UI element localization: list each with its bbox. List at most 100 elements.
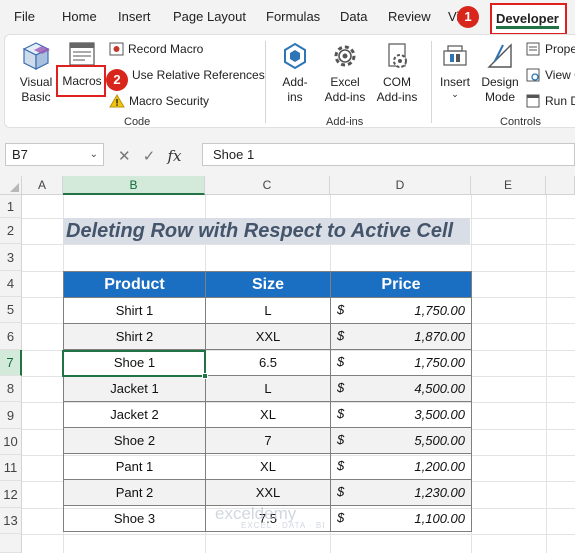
row-header-4[interactable]: 4 [0,271,22,297]
gridline [546,195,547,553]
table-row: Shoe 2 7 $5,500.00 [63,427,472,454]
tab-home[interactable]: Home [62,9,97,24]
header-product[interactable]: Product [63,271,206,298]
cell-size[interactable]: L [205,297,331,324]
formula-input[interactable]: Shoe 1 [202,143,575,166]
excel-addins-button[interactable]: Excel Add-ins [319,41,371,105]
row-header-1[interactable]: 1 [0,195,22,218]
fx-icon[interactable]: fx [168,147,182,165]
row-header-3[interactable]: 3 [0,244,22,271]
watermark-logo: exceldemy EXCEL · DATA · BI [215,504,325,530]
view-code-icon [526,68,540,82]
row-header-13[interactable]: 13 [0,508,22,534]
cell-size[interactable]: L [205,375,331,402]
cell-price[interactable]: $5,500.00 [330,427,472,454]
column-header-f[interactable] [546,176,575,195]
cell-product[interactable]: Shoe 2 [63,427,206,454]
cell-price[interactable]: $4,500.00 [330,375,472,402]
row-header-6[interactable]: 6 [0,323,22,350]
row-header-2[interactable]: 2 [0,218,22,244]
cell-product[interactable]: Shoe 3 [63,505,206,532]
cell-product[interactable]: Shirt 2 [63,323,206,350]
insert-control-label: Insert [439,75,470,89]
design-mode-label: Design Mode [481,75,519,104]
header-size[interactable]: Size [205,271,331,298]
addins-icon [284,42,306,70]
cell-product[interactable]: Pant 2 [63,479,206,506]
tab-formulas[interactable]: Formulas [266,9,320,24]
chevron-down-icon: ⌄ [451,89,459,99]
currency-symbol: $ [337,432,345,447]
table-row: Pant 1 XL $1,200.00 [63,453,472,480]
row-header-11[interactable]: 11 [0,455,22,481]
cell-size[interactable]: XL [205,453,331,480]
cell-price[interactable]: $1,750.00 [330,349,472,376]
cancel-icon[interactable]: ✕ [118,148,131,165]
cell-price[interactable]: $1,200.00 [330,453,472,480]
column-header-c[interactable]: C [205,176,330,195]
chevron-down-icon[interactable]: ⌄ [90,144,98,165]
cell-price[interactable]: $1,230.00 [330,479,472,506]
table-row: Shirt 2 XXL $1,870.00 [63,323,472,350]
group-divider [265,41,266,123]
cell-price[interactable]: $1,870.00 [330,323,472,350]
row-header-12[interactable]: 12 [0,481,22,508]
cell-product[interactable]: Jacket 2 [63,401,206,428]
table-row: Jacket 2 XL $3,500.00 [63,401,472,428]
sheet-title[interactable]: Deleting Row with Respect to Active Cell [63,218,470,244]
visual-basic-button[interactable]: Visual Basic [11,41,61,105]
gridline [22,534,575,535]
price-value: 1,100.00 [414,511,465,526]
column-header-e[interactable]: E [471,176,546,195]
active-tab-indicator [496,26,559,29]
cell-product[interactable]: Jacket 1 [63,375,206,402]
toolbox-icon [443,45,467,66]
macro-security-label: Macro Security [129,94,210,108]
insert-control-button[interactable]: Insert ⌄ [435,41,475,99]
cell-price[interactable]: $3,500.00 [330,401,472,428]
table-row: Shirt 1 L $1,750.00 [63,297,472,324]
tab-data[interactable]: Data [340,9,367,24]
com-addins-button[interactable]: COM Add-ins [371,41,423,105]
check-icon[interactable]: ✓ [143,148,156,165]
row-header-5[interactable]: 5 [0,297,22,323]
row-header-9[interactable]: 9 [0,402,22,429]
com-addins-icon [388,43,407,68]
price-value: 1,750.00 [414,303,465,318]
fill-handle[interactable] [202,373,208,379]
cell-size[interactable]: XL [205,401,331,428]
menu-bar: File Home Insert Page Layout Formulas Da… [0,0,575,35]
cell-size[interactable]: 7 [205,427,331,454]
addins-group-label: Add-ins [326,116,364,128]
row-header-8[interactable]: 8 [0,376,22,402]
visual-basic-icon [22,42,50,70]
cell-size[interactable]: 6.5 [205,349,331,376]
cell-size[interactable]: XXL [205,479,331,506]
addins-button[interactable]: Add- ins [275,41,315,105]
ribbon-panel: Visual Basic Macros 2 Record Macro Use R… [4,34,575,128]
row-header-10[interactable]: 10 [0,429,22,455]
column-header-a[interactable]: A [22,176,63,195]
cell-size[interactable]: XXL [205,323,331,350]
header-price[interactable]: Price [330,271,472,298]
currency-symbol: $ [337,484,345,499]
tab-review[interactable]: Review [388,9,431,24]
name-box[interactable]: B7 ⌄ [5,143,104,166]
cell-price[interactable]: $1,750.00 [330,297,472,324]
column-header-d[interactable]: D [330,176,471,195]
cell-product[interactable]: Shirt 1 [63,297,206,324]
row-header-14[interactable] [0,534,22,553]
tab-page-layout[interactable]: Page Layout [173,9,246,24]
cell-price[interactable]: $1,100.00 [330,505,472,532]
column-header-b[interactable]: B [63,176,205,195]
tab-file[interactable]: File [14,9,35,24]
tab-insert[interactable]: Insert [118,9,151,24]
design-mode-icon [487,43,512,68]
cell-product[interactable]: Pant 1 [63,453,206,480]
select-all-button[interactable] [0,176,22,195]
row-header-7[interactable]: 7 [0,350,22,376]
tab-developer[interactable]: Developer [490,3,567,35]
name-box-value: B7 [12,147,28,162]
design-mode-button[interactable]: Design Mode [477,41,523,105]
price-value: 1,230.00 [414,485,465,500]
